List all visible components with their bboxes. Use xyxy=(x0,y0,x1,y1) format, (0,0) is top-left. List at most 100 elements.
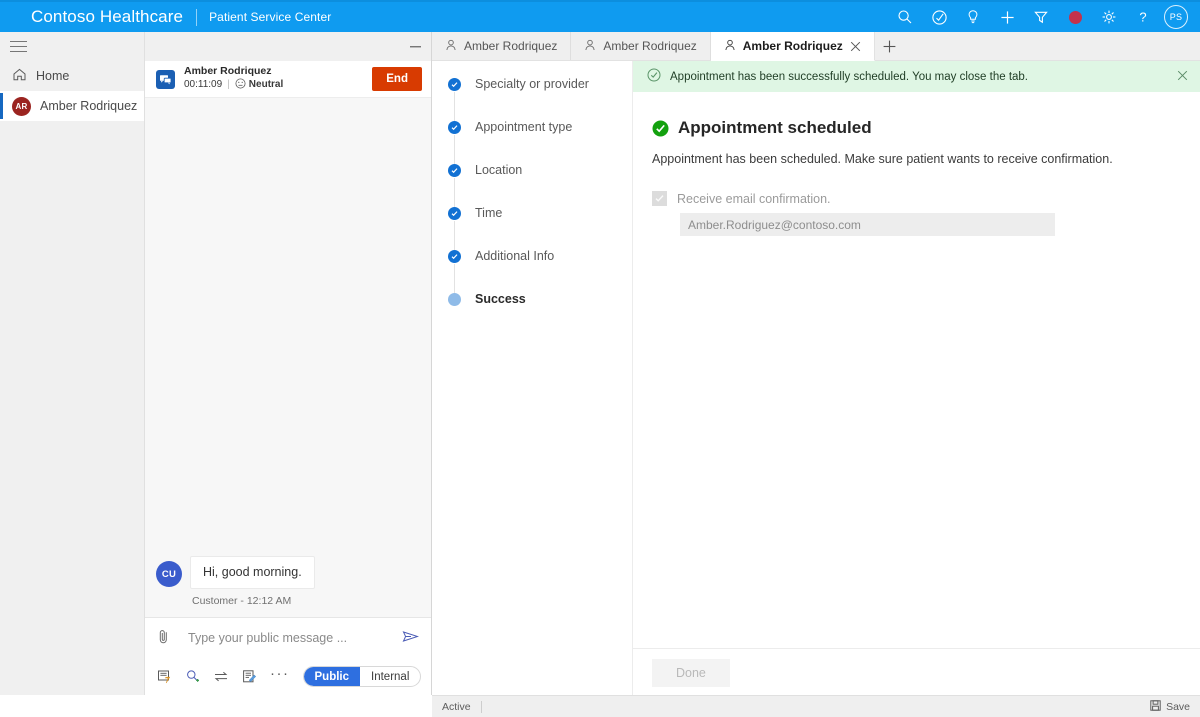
save-button[interactable]: Save xyxy=(1150,699,1190,714)
avatar: AR xyxy=(12,97,31,116)
svg-text:?: ? xyxy=(1139,9,1146,24)
receive-email-confirmation-checkbox: Receive email confirmation. xyxy=(652,191,1200,206)
quick-replies-icon[interactable] xyxy=(157,669,172,684)
wizard-content: Appointment has been successfully schedu… xyxy=(632,61,1200,695)
step-complete-icon xyxy=(448,250,461,263)
home-icon xyxy=(12,67,27,85)
step-additional-info[interactable]: Additional Info xyxy=(448,249,632,292)
sidebar-item-amber-rodriquez[interactable]: AR Amber Rodriquez xyxy=(0,91,144,121)
chat-message-caption: Customer - 12:12 AM xyxy=(190,595,315,607)
checkbox-label: Receive email confirmation. xyxy=(677,192,831,206)
tab-amber-rodriquez-1[interactable]: Amber Rodriquez xyxy=(432,32,571,60)
app-body: Home AR Amber Rodriquez xyxy=(0,32,1200,695)
neutral-face-icon xyxy=(235,78,246,94)
sidebar-item-label: Amber Rodriquez xyxy=(40,99,137,113)
chat-timer: 00:11:09 xyxy=(184,79,222,92)
bottom-bar-wrapper: Active Save xyxy=(0,695,1200,717)
sub-divider: | xyxy=(227,79,230,92)
status-badge: Neutral xyxy=(235,78,283,94)
lightbulb-icon[interactable] xyxy=(956,1,990,33)
visibility-option-internal[interactable]: Internal xyxy=(360,667,420,686)
tab-amber-rodriquez-2[interactable]: Amber Rodriquez xyxy=(571,32,710,60)
avatar-initials: AR xyxy=(16,102,28,111)
app-window: Contoso Healthcare Patient Service Cente… xyxy=(0,0,1200,717)
done-button[interactable]: Done xyxy=(652,659,730,687)
step-label: Time xyxy=(475,206,502,220)
step-time[interactable]: Time xyxy=(448,206,632,249)
sidebar-spacer xyxy=(0,121,144,695)
page-title-text: Appointment scheduled xyxy=(678,118,872,138)
step-success[interactable]: Success xyxy=(448,292,632,306)
avatar-initials: CU xyxy=(162,569,176,580)
chat-message-body: Hi, good morning. Customer - 12:12 AM xyxy=(190,556,315,607)
minimize-icon[interactable] xyxy=(410,46,421,47)
contact-icon xyxy=(724,39,736,54)
plus-icon[interactable] xyxy=(990,1,1024,33)
sidebar-item-label: Home xyxy=(36,69,69,83)
chat-transcript[interactable]: CU Hi, good morning. Customer - 12:12 AM xyxy=(145,98,431,617)
chat-panel: Amber Rodriquez 00:11:09 | Neutral End xyxy=(145,32,432,695)
step-appointment-type[interactable]: Appointment type xyxy=(448,120,632,163)
step-location[interactable]: Location xyxy=(448,163,632,206)
sidebar-item-home[interactable]: Home xyxy=(0,61,144,91)
close-icon[interactable] xyxy=(850,41,861,52)
header-divider xyxy=(196,9,197,26)
contact-icon xyxy=(584,39,596,54)
wizard-stepper: Specialty or provider Appointment type xyxy=(432,61,632,695)
notes-icon[interactable] xyxy=(242,669,257,684)
chat-message-text: Hi, good morning. xyxy=(190,556,315,589)
message-input[interactable]: Type your public message ... xyxy=(181,631,392,645)
step-complete-icon xyxy=(448,78,461,91)
step-label: Location xyxy=(475,163,522,177)
paperclip-icon[interactable] xyxy=(156,628,171,648)
save-icon xyxy=(1150,699,1161,714)
send-icon[interactable] xyxy=(402,629,419,647)
status-bar-left: Active xyxy=(432,701,482,713)
gear-icon[interactable] xyxy=(1092,1,1126,33)
contact-icon xyxy=(445,39,457,54)
page-title: Appointment scheduled xyxy=(652,118,1200,138)
step-complete-icon xyxy=(448,207,461,220)
avatar[interactable]: PS xyxy=(1164,5,1188,29)
chat-customer-name: Amber Rodriquez xyxy=(184,65,283,78)
add-agent-icon[interactable] xyxy=(185,669,200,684)
tab-label: Amber Rodriquez xyxy=(603,39,696,53)
status-bar: Active Save xyxy=(432,695,1200,717)
record-dot xyxy=(1069,11,1082,24)
status-divider xyxy=(481,701,482,713)
sidebar: Home AR Amber Rodriquez xyxy=(0,32,145,695)
check-circle-outline-icon xyxy=(647,68,661,85)
filter-icon[interactable] xyxy=(1024,1,1058,33)
app-name-label: Patient Service Center xyxy=(209,10,331,24)
end-session-button[interactable]: End xyxy=(372,67,422,91)
help-icon[interactable]: ? xyxy=(1126,1,1160,33)
record-icon[interactable] xyxy=(1058,1,1092,33)
session-tabstrip: Amber Rodriquez Amber Rodriquez Amber Ro… xyxy=(432,32,1200,61)
composer-toolbar: ··· Public Internal xyxy=(145,658,431,695)
assistant-icon[interactable] xyxy=(922,1,956,33)
tab-label: Amber Rodriquez xyxy=(464,39,557,53)
step-label: Specialty or provider xyxy=(475,77,589,91)
chat-message: CU Hi, good morning. Customer - 12:12 AM xyxy=(145,556,431,617)
step-current-icon xyxy=(448,293,461,306)
chat-session-icon xyxy=(156,70,175,89)
step-specialty-or-provider[interactable]: Specialty or provider xyxy=(448,77,632,120)
success-notification: Appointment has been successfully schedu… xyxy=(633,61,1200,92)
avatar: CU xyxy=(156,561,182,587)
message-visibility-toggle[interactable]: Public Internal xyxy=(303,666,422,687)
checkbox-box xyxy=(652,191,667,206)
tab-amber-rodriquez-3[interactable]: Amber Rodriquez xyxy=(711,32,875,61)
transfer-icon[interactable] xyxy=(213,670,229,683)
check-circle-filled-icon xyxy=(652,120,669,137)
step-complete-icon xyxy=(448,121,461,134)
chat-session-header: Amber Rodriquez 00:11:09 | Neutral End xyxy=(145,61,431,98)
bottom-bar-spacer xyxy=(0,695,432,717)
visibility-option-public[interactable]: Public xyxy=(304,667,361,686)
step-label: Additional Info xyxy=(475,249,554,263)
app-header: Contoso Healthcare Patient Service Cente… xyxy=(0,0,1200,32)
close-icon[interactable] xyxy=(1177,70,1188,84)
search-icon[interactable] xyxy=(888,1,922,33)
site-map-icon[interactable] xyxy=(0,32,144,61)
more-options-icon[interactable]: ··· xyxy=(270,670,290,683)
new-tab-button[interactable] xyxy=(875,32,905,60)
